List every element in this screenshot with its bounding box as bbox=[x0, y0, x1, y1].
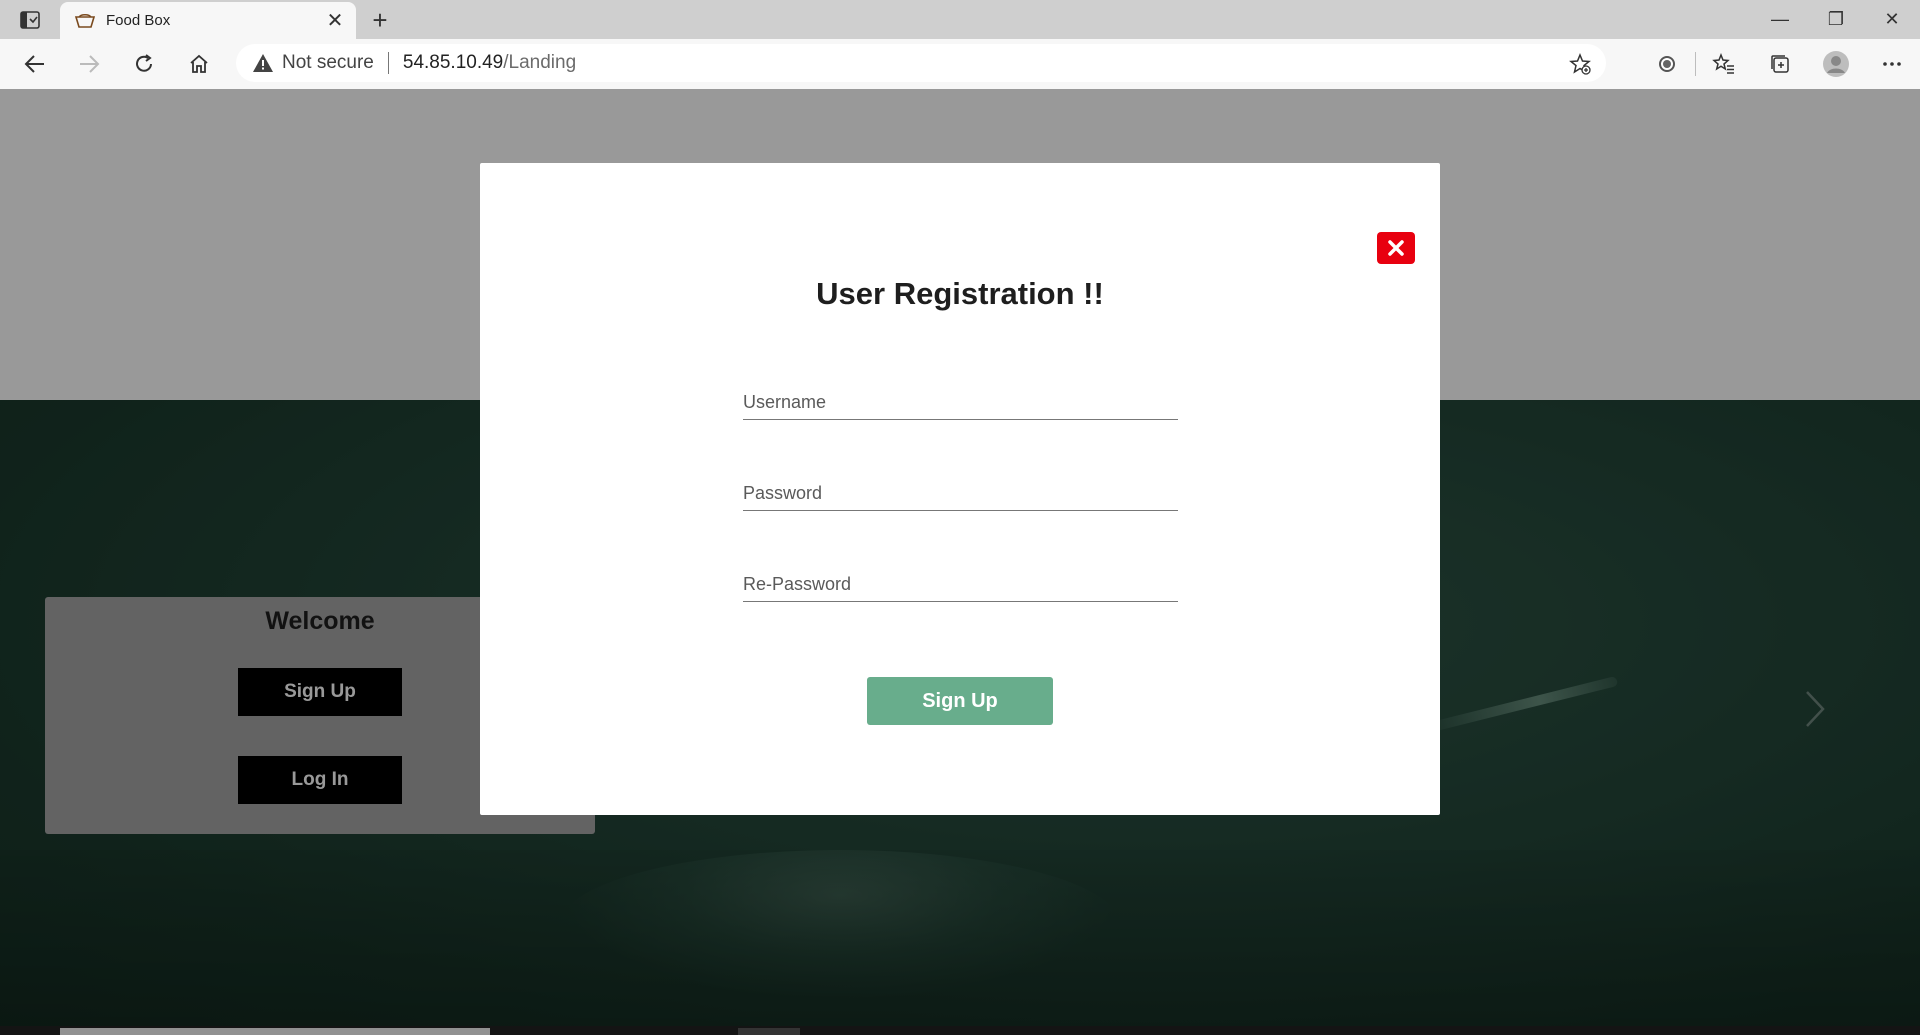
password-field bbox=[743, 476, 1178, 511]
repassword-input[interactable] bbox=[743, 567, 1178, 601]
window-close-button[interactable]: ✕ bbox=[1864, 0, 1920, 39]
new-tab-button[interactable]: + bbox=[364, 4, 396, 36]
address-bar[interactable]: Not secure 54.85.10.49 /Landing bbox=[236, 44, 1606, 82]
profile-avatar-icon[interactable] bbox=[1808, 39, 1864, 89]
window-controls: — ❐ ✕ bbox=[1752, 0, 1920, 39]
close-modal-button[interactable] bbox=[1377, 232, 1415, 264]
home-icon[interactable] bbox=[182, 48, 216, 80]
add-favorite-icon[interactable] bbox=[1568, 52, 1592, 76]
username-input[interactable] bbox=[743, 385, 1178, 419]
close-icon bbox=[1388, 240, 1404, 256]
food-box-favicon-icon bbox=[74, 12, 96, 30]
tab-close-icon[interactable]: ✕ bbox=[320, 6, 350, 36]
username-field bbox=[743, 385, 1178, 420]
refresh-icon[interactable] bbox=[127, 48, 161, 80]
repassword-field bbox=[743, 567, 1178, 602]
url-path: /Landing bbox=[503, 52, 577, 73]
more-menu-icon[interactable] bbox=[1864, 39, 1920, 89]
url-host: 54.85.10.49 bbox=[402, 52, 504, 73]
password-input[interactable] bbox=[743, 476, 1178, 510]
forward-arrow-icon[interactable] bbox=[72, 48, 106, 80]
address-divider bbox=[387, 52, 389, 74]
browser-toolbar: Not secure 54.85.10.49 /Landing bbox=[0, 39, 1920, 90]
browser-tab-bar: Food Box ✕ + — ❐ ✕ bbox=[0, 0, 1920, 39]
minimize-button[interactable]: — bbox=[1752, 0, 1808, 39]
registration-modal: User Registration !! Sign Up bbox=[480, 163, 1440, 815]
modal-title: User Registration !! bbox=[816, 276, 1104, 311]
browser-right-tools bbox=[1639, 39, 1920, 89]
page-viewport: Welcome Sign Up Log In User Registration… bbox=[0, 89, 1920, 1035]
restore-button[interactable]: ❐ bbox=[1808, 0, 1864, 39]
extension-icon[interactable] bbox=[1639, 39, 1695, 89]
collections-icon[interactable] bbox=[1752, 39, 1808, 89]
warning-triangle-icon bbox=[252, 52, 274, 74]
favorites-icon[interactable] bbox=[1696, 39, 1752, 89]
tab-actions-icon[interactable] bbox=[10, 6, 50, 34]
signup-submit-button[interactable]: Sign Up bbox=[867, 677, 1053, 725]
tab-title: Food Box bbox=[106, 12, 171, 29]
browser-tab-food-box[interactable]: Food Box ✕ bbox=[60, 2, 356, 39]
security-status[interactable]: Not secure bbox=[282, 52, 374, 74]
back-arrow-icon[interactable] bbox=[18, 48, 52, 80]
